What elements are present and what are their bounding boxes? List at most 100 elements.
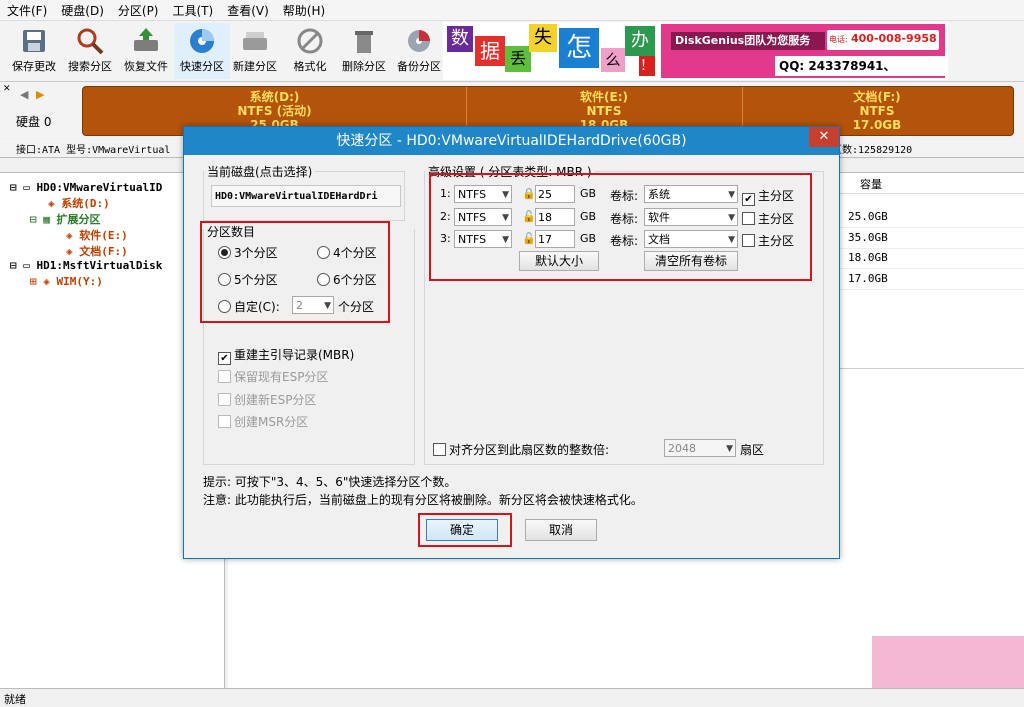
close-button[interactable]: ✕	[809, 127, 839, 147]
menu-file[interactable]: 文件(F)	[0, 0, 54, 20]
menu-partition[interactable]: 分区(P)	[111, 0, 166, 20]
custom-count-select[interactable]: 2 ▼	[292, 296, 334, 314]
table-row[interactable]: 25.0GB	[838, 207, 1024, 228]
next-disk-icon[interactable]: ▶	[36, 88, 44, 101]
list-header: 容量	[838, 173, 1024, 194]
menu-view[interactable]: 查看(V)	[220, 0, 276, 20]
magnifier-icon	[77, 28, 104, 55]
save-changes-button[interactable]: 保存更改	[6, 23, 62, 79]
label-title: 卷标:	[610, 212, 639, 226]
banner-promo: DiskGenius团队为您服务 电话: 400-008-9958 QQ: 24…	[661, 24, 947, 80]
fs-select[interactable]: NTFS ▼	[454, 208, 512, 226]
size-unit: GB	[580, 232, 597, 245]
table-row[interactable]: 35.0GB	[838, 228, 1024, 249]
banner-char: 办	[625, 26, 655, 56]
banner-char: 失	[529, 24, 557, 52]
align-unit: 扇区	[740, 443, 765, 457]
current-disk-legend: 当前磁盘(点击选择)	[207, 165, 313, 179]
delete-partition-button[interactable]: 删除分区	[336, 23, 392, 79]
dialog-title: 快速分区 - HD0:VMwareVirtualIDEHardDrive(60G…	[184, 127, 839, 155]
row-index: 3:	[440, 232, 451, 245]
search-partition-button[interactable]: 搜索分区	[62, 23, 118, 79]
size-input[interactable]: 18	[535, 208, 575, 226]
primary-checkbox[interactable]: ✔ 主分区	[742, 187, 794, 206]
disk-label: 硬盘 0	[16, 115, 52, 129]
tree-node-wim[interactable]: ⊞ ◈ WIM(Y:)	[30, 275, 103, 288]
quick-partition-button[interactable]: 快速分区	[174, 23, 230, 79]
new-disk-icon	[243, 32, 267, 50]
cancel-button[interactable]: 取消	[525, 519, 597, 541]
menu-disk[interactable]: 硬盘(D)	[54, 0, 111, 20]
menu-help[interactable]: 帮助(H)	[276, 0, 332, 20]
capacity-header[interactable]: 容量	[860, 176, 882, 192]
ok-button[interactable]: 确定	[426, 519, 498, 541]
fs-select[interactable]: NTFS ▼	[454, 185, 512, 203]
banner-char: ！	[639, 56, 655, 76]
banner-slogan: DiskGenius团队为您服务	[671, 32, 825, 50]
tree-node-software[interactable]: ◈ 软件(E:)	[66, 227, 128, 243]
create-esp-checkbox[interactable]: 创建新ESP分区	[218, 391, 316, 408]
table-row[interactable]: 18.0GB	[838, 248, 1024, 269]
format-icon	[297, 28, 323, 54]
banner-char: 丢	[505, 46, 531, 72]
quick-partition-icon	[190, 29, 214, 53]
fs-select[interactable]: NTFS ▼	[454, 230, 512, 248]
unlock-icon[interactable]: 🔓	[522, 232, 536, 246]
warning-text: 注意: 此功能执行后，当前磁盘上的现有分区将被删除。新分区将会被快速格式化。	[203, 493, 643, 507]
tree-node-system[interactable]: ◈ 系统(D:)	[48, 195, 110, 211]
list-divider	[838, 368, 1024, 369]
custom-suffix: 个分区	[338, 300, 375, 314]
radio-3-partitions[interactable]: 3个分区	[218, 244, 278, 261]
row-index: 2:	[440, 210, 451, 223]
rebuild-mbr-checkbox[interactable]: ✔ 重建主引导记录(MBR)	[218, 346, 354, 365]
default-size-button[interactable]: 默认大小	[519, 251, 599, 271]
align-sectors-select[interactable]: 2048 ▼	[664, 439, 736, 457]
primary-checkbox[interactable]: 主分区	[742, 232, 794, 249]
table-row[interactable]: 17.0GB	[838, 269, 1024, 290]
disk-info-left: 接口:ATA 型号:VMwareVirtual	[16, 145, 171, 156]
disk-info-right: 区数:125829120	[832, 145, 913, 156]
banner-char: 怎	[559, 28, 599, 68]
trash-icon	[355, 31, 373, 53]
banner-char: 么	[601, 48, 625, 72]
volume-label-select[interactable]: 系统 ▼	[644, 185, 738, 203]
status-text: 就绪	[4, 693, 26, 706]
tree-node-extended[interactable]: ⊟ ▦ 扩展分区	[30, 211, 101, 227]
new-partition-button[interactable]: 新建分区	[227, 23, 283, 79]
banner-phone: 400-008-9958	[851, 32, 937, 45]
tree-node-documents[interactable]: ◈ 文档(F:)	[66, 243, 128, 259]
clear-labels-button[interactable]: 清空所有卷标	[644, 251, 738, 271]
tree-node-hd0[interactable]: ⊟ ▭ HD0:VMwareVirtualID	[10, 181, 162, 194]
align-checkbox[interactable]: 对齐分区到此扇区数的整数倍:	[433, 441, 609, 458]
support-banner[interactable]: 数 据 丢 失 怎 么 办 ！ DiskGenius团队为您服务 电话: 400…	[443, 22, 948, 80]
banner-char: 据	[475, 36, 505, 66]
format-button[interactable]: 格式化	[282, 23, 338, 79]
primary-checkbox[interactable]: 主分区	[742, 210, 794, 227]
keep-esp-checkbox[interactable]: 保留现有ESP分区	[218, 368, 328, 385]
current-disk-selector[interactable]: HD0:VMwareVirtualIDEHardDri	[211, 185, 401, 207]
tip-text: 提示: 可按下"3、4、5、6"快速选择分区个数。	[203, 475, 457, 489]
radio-4-partitions[interactable]: 4个分区	[317, 244, 377, 261]
volume-label-select[interactable]: 软件 ▼	[644, 208, 738, 226]
label-title: 卷标:	[610, 234, 639, 248]
banner-char: 数	[447, 26, 473, 52]
size-unit: GB	[580, 210, 597, 223]
pink-overlay	[872, 636, 1024, 688]
tree-node-hd1[interactable]: ⊟ ▭ HD1:MsftVirtualDisk	[10, 259, 162, 272]
quick-partition-dialog: 快速分区 - HD0:VMwareVirtualIDEHardDrive(60G…	[183, 126, 840, 559]
label-title: 卷标:	[610, 189, 639, 203]
radio-6-partitions[interactable]: 6个分区	[317, 271, 377, 288]
recover-files-button[interactable]: 恢复文件	[118, 23, 174, 79]
size-input[interactable]: 25	[535, 185, 575, 203]
prev-disk-icon[interactable]: ◀	[20, 88, 28, 101]
radio-custom[interactable]: 自定(C):	[218, 298, 280, 315]
backup-partition-button[interactable]: 备份分区	[391, 23, 447, 79]
close-panel-icon[interactable]: ✕	[3, 84, 11, 94]
size-input[interactable]: 17	[535, 230, 575, 248]
unlock-icon[interactable]: 🔓	[522, 210, 536, 224]
lock-icon[interactable]: 🔒	[522, 187, 536, 201]
create-msr-checkbox[interactable]: 创建MSR分区	[218, 413, 308, 430]
radio-5-partitions[interactable]: 5个分区	[218, 271, 278, 288]
menu-tools[interactable]: 工具(T)	[166, 0, 221, 20]
volume-label-select[interactable]: 文档 ▼	[644, 230, 738, 248]
